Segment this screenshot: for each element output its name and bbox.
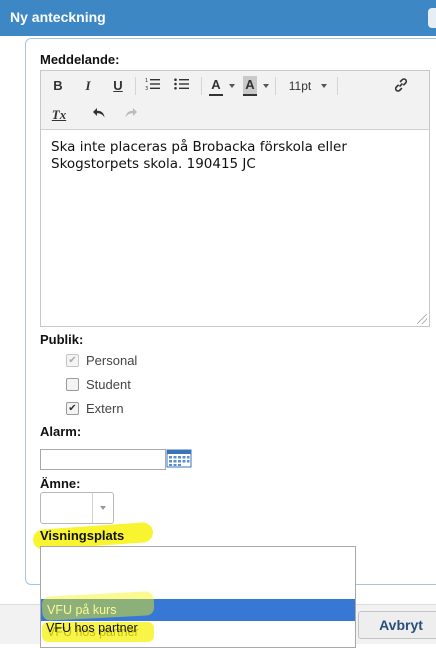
- extern-checkbox[interactable]: ✔: [66, 402, 79, 415]
- message-label: Meddelande:: [40, 52, 120, 67]
- italic-button[interactable]: I: [81, 77, 95, 95]
- student-checkbox[interactable]: [66, 378, 79, 391]
- svg-text:3: 3: [145, 86, 148, 91]
- display-place-label: Visningsplats: [40, 528, 125, 543]
- highlighted-option-text: VFU hos partner: [46, 621, 138, 635]
- message-text[interactable]: Ska inte placeras på Brobacka förskola e…: [51, 139, 421, 173]
- dialog-title: Ny anteckning: [10, 9, 106, 25]
- redo-icon[interactable]: [123, 106, 139, 125]
- cancel-button[interactable]: Avbryt: [358, 611, 436, 639]
- clear-formatting-label: Tx: [51, 107, 67, 122]
- background-color-button[interactable]: A: [243, 76, 257, 96]
- dialog-title-bar: Ny anteckning: [0, 0, 436, 36]
- toolbar-separator: [337, 77, 338, 95]
- calendar-icon[interactable]: [166, 448, 192, 468]
- background-color-caret-icon[interactable]: [263, 84, 269, 88]
- ordered-list-icon[interactable]: 13: [144, 77, 162, 96]
- toolbar-separator: [201, 77, 202, 95]
- bold-button[interactable]: B: [51, 77, 65, 95]
- subject-select[interactable]: [40, 492, 114, 524]
- alarm-label: Alarm:: [40, 424, 82, 439]
- text-color-button[interactable]: A: [209, 76, 223, 96]
- clear-formatting-button[interactable]: Tx: [49, 106, 69, 124]
- select-arrow-box: [92, 493, 113, 523]
- message-editor: B I U 13 A A 11pt Tx Ska inte placeras p: [40, 70, 430, 327]
- underline-button[interactable]: U: [111, 77, 125, 95]
- student-label: Student: [86, 377, 131, 392]
- svg-text:1: 1: [145, 78, 148, 84]
- editor-toolbar: B I U 13 A A 11pt Tx: [41, 71, 429, 130]
- window-button[interactable]: [428, 8, 436, 28]
- resize-handle-icon[interactable]: [417, 314, 427, 324]
- chevron-down-icon: [100, 506, 106, 510]
- personal-checkbox[interactable]: ✔: [66, 354, 79, 367]
- font-size-caret-icon[interactable]: [321, 84, 327, 88]
- public-label: Publik:: [40, 332, 84, 347]
- font-size-select[interactable]: 11pt: [285, 77, 315, 95]
- toolbar-separator: [135, 77, 136, 95]
- bullet-list-icon[interactable]: [173, 77, 191, 96]
- text-color-caret-icon[interactable]: [229, 84, 235, 88]
- subject-label: Ämne:: [40, 476, 81, 491]
- link-icon[interactable]: [392, 77, 410, 98]
- alarm-input[interactable]: [40, 449, 166, 470]
- extern-label: Extern: [86, 401, 124, 416]
- undo-icon[interactable]: [91, 106, 107, 125]
- personal-label: Personal: [86, 353, 138, 368]
- toolbar-separator: [275, 77, 276, 95]
